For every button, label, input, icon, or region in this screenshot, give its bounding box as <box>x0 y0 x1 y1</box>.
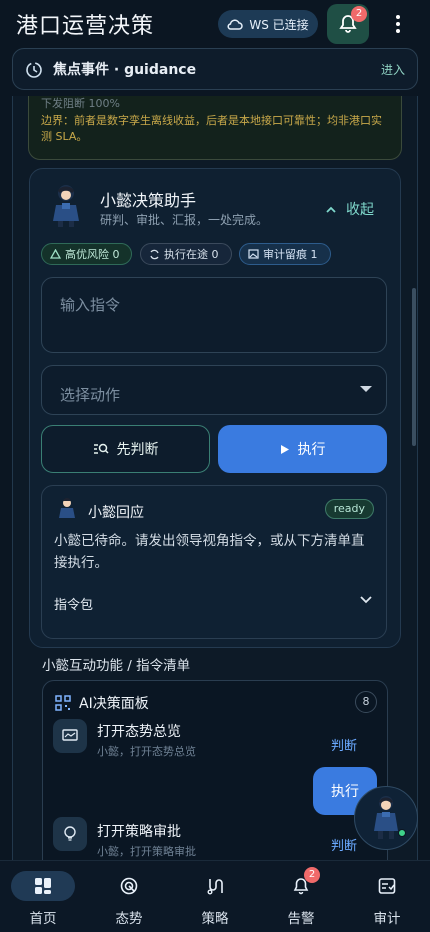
image-icon <box>248 249 259 259</box>
status-badge: ready <box>324 499 374 519</box>
focus-event-bar[interactable]: 焦点事件 · guidance 进入 <box>12 48 418 90</box>
exec-chip-label: 执行在途 0 <box>164 248 219 261</box>
command-pack-label: 指令包 <box>54 598 94 613</box>
list-item-name: 打开态势总览 <box>97 724 181 740</box>
app-title: 港口运营决策 <box>16 14 155 39</box>
assistant-avatar <box>53 185 79 227</box>
caret-down-icon <box>360 386 372 392</box>
bell-icon <box>269 871 333 901</box>
judge-first-label: 先判断 <box>116 442 159 458</box>
search-list-icon <box>93 443 109 454</box>
chevron-down-icon <box>360 596 372 604</box>
nav-item-situation[interactable]: 态势 <box>86 861 172 932</box>
ws-status-pill[interactable]: WS 已连接 <box>218 10 318 38</box>
nav-item-strategy[interactable]: 策略 <box>172 861 258 932</box>
list-item-judge-link[interactable]: 判断 <box>331 835 357 854</box>
action-select[interactable]: 选择动作 <box>41 365 387 415</box>
risk-chip[interactable]: 高优风险 0 <box>41 243 132 265</box>
reply-text: 小懿已待命。请发出领导视角指令，或从下方清单直接执行。 <box>54 533 365 571</box>
play-icon <box>280 444 289 454</box>
top-bar: 港口运营决策 WS 已连接 2 <box>0 0 430 48</box>
boundary-truncated-metric: 下发阻断 100% <box>41 97 120 110</box>
ai-decision-panel: AI决策面板 8 打开态势总览 小懿，打开态势总览 判断 执行 打开策略审批 小… <box>42 680 388 860</box>
more-menu-button[interactable] <box>386 12 410 36</box>
target-icon <box>97 871 161 901</box>
list-item-desc: 小懿，打开策略审批 <box>97 845 196 858</box>
nav-label: 告警 <box>287 911 315 927</box>
list-item-judge-link[interactable]: 判断 <box>331 735 357 754</box>
clock-icon <box>26 62 42 78</box>
nav-item-home[interactable]: 首页 <box>0 861 86 932</box>
nav-label: 审计 <box>373 911 401 927</box>
execute-label: 执行 <box>297 442 326 458</box>
assistant-card: 小懿决策助手 研判、审批、汇报，一处完成。 收起 高优风险 0 执行在途 0 审… <box>29 168 401 648</box>
nav-item-alerts[interactable]: 2 告警 <box>258 861 344 932</box>
lightbulb-icon <box>53 817 87 851</box>
audit-chip-label: 审计留痕 1 <box>263 248 318 261</box>
warning-icon <box>50 249 61 259</box>
ws-status-label: WS 已连接 <box>249 17 309 32</box>
focus-event-label: 焦点事件 · guidance <box>53 62 197 78</box>
more-vertical-icon <box>396 15 400 33</box>
nav-item-audit[interactable]: 审计 <box>344 861 430 932</box>
reply-title: 小懿回应 <box>88 505 144 521</box>
audit-chip[interactable]: 审计留痕 1 <box>239 243 331 265</box>
grid-icon <box>11 871 75 901</box>
audit-icon <box>355 871 419 901</box>
nav-label: 首页 <box>29 911 57 927</box>
alerts-badge: 2 <box>304 867 320 883</box>
scrollbar[interactable] <box>412 288 416 446</box>
execute-button[interactable]: 执行 <box>218 425 387 473</box>
collapse-button[interactable]: 收起 <box>326 199 374 219</box>
chevron-up-icon <box>326 206 336 213</box>
command-input[interactable] <box>41 277 387 353</box>
collapse-label: 收起 <box>346 202 374 218</box>
list-item-desc: 小懿，打开态势总览 <box>97 745 196 758</box>
exec-chip[interactable]: 执行在途 0 <box>140 243 232 265</box>
nav-label: 态势 <box>115 911 143 927</box>
command-count-badge: 8 <box>355 691 377 713</box>
floating-assistant-button[interactable] <box>354 786 418 850</box>
command-pack-toggle[interactable]: 指令包 <box>54 594 376 614</box>
cloud-icon <box>227 19 244 30</box>
judge-first-button[interactable]: 先判断 <box>41 425 210 473</box>
list-item-execute-label: 执行 <box>331 784 359 800</box>
command-list-title: 小懿互动功能 / 指令清单 <box>42 658 191 674</box>
bottom-nav: 首页 态势 策略 2 告警 审计 <box>0 860 430 932</box>
assistant-subtitle: 研判、审批、汇报，一处完成。 <box>100 213 269 227</box>
online-status-dot <box>398 829 406 837</box>
reply-card: 小懿回应 ready 小懿已待命。请发出领导视角指令，或从下方清单直接执行。 指… <box>41 485 387 639</box>
assistant-title: 小懿决策助手 <box>100 191 197 210</box>
sync-icon <box>150 249 159 259</box>
nav-label: 策略 <box>201 911 229 927</box>
action-select-placeholder: 选择动作 <box>60 386 121 404</box>
main-scroll[interactable]: 下发阻断 100% 边界：前者是数字孪生离线收益，后者是本地接口可靠性；均非港口… <box>12 96 418 860</box>
route-icon <box>183 871 247 901</box>
qr-grid-icon <box>55 695 71 711</box>
notification-button[interactable]: 2 <box>327 4 369 44</box>
assistant-avatar-small <box>59 498 75 518</box>
monitor-icon <box>53 719 87 753</box>
boundary-card: 下发阻断 100% 边界：前者是数字孪生离线收益，后者是本地接口可靠性；均非港口… <box>28 96 402 160</box>
focus-enter-link[interactable]: 进入 <box>381 61 405 78</box>
list-item-name: 打开策略审批 <box>97 824 181 840</box>
notification-badge: 2 <box>351 6 367 22</box>
boundary-description: 边界：前者是数字孪生离线收益，后者是本地接口可靠性；均非港口实测 SLA。 <box>41 114 382 143</box>
risk-chip-label: 高优风险 0 <box>65 248 120 261</box>
ai-panel-title: AI决策面板 <box>79 696 149 712</box>
